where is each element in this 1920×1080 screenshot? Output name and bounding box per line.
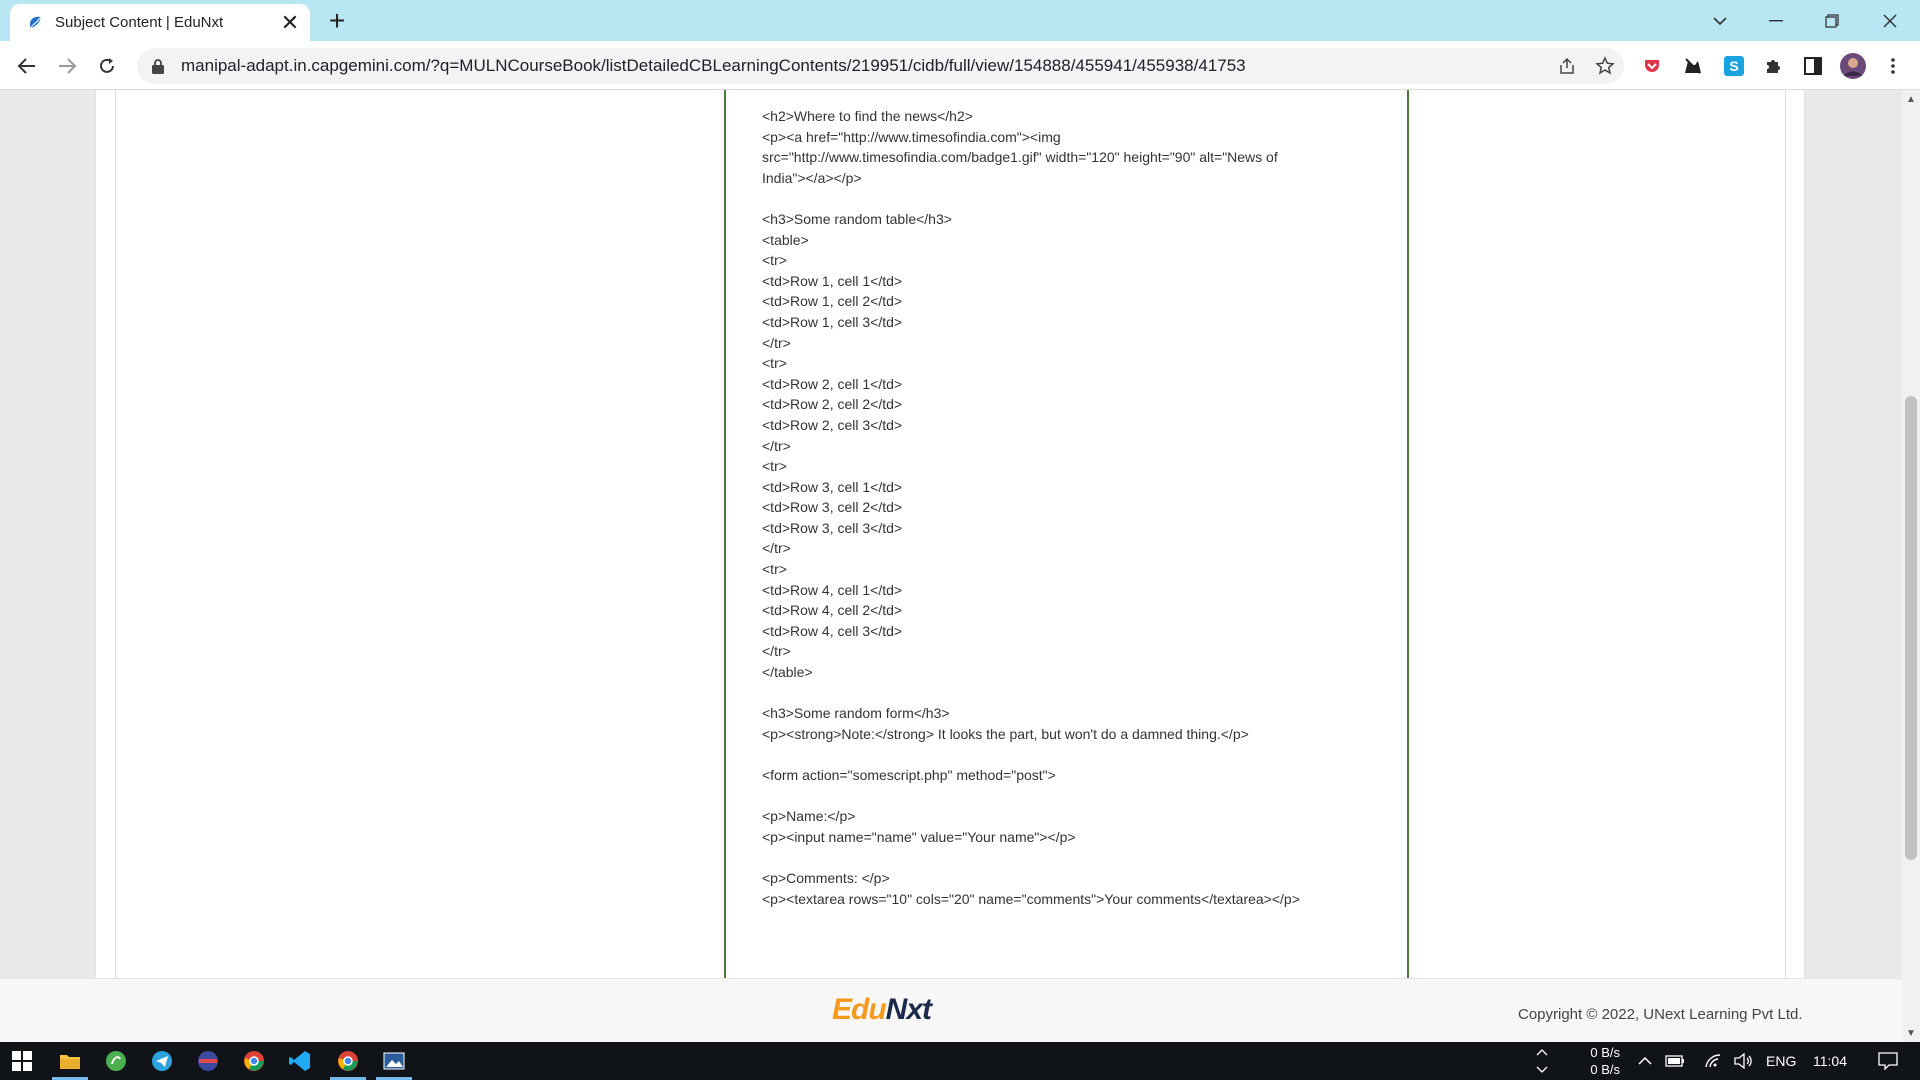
code-example-box: <h2>Where to find the news</h2> <p><a hr…	[724, 90, 1409, 978]
html-code-listing: <h2>Where to find the news</h2> <p><a hr…	[762, 108, 1300, 907]
download-speed: 0 B/s	[1590, 1062, 1620, 1077]
edunxt-favicon-icon	[29, 16, 42, 28]
telegram-icon[interactable]	[140, 1042, 184, 1080]
url-text[interactable]: manipal-adapt.in.capgemini.com/?q=MULNCo…	[181, 56, 1548, 76]
extension-s-icon[interactable]: S	[1721, 53, 1747, 79]
extension-cat-icon[interactable]	[1680, 53, 1706, 79]
scrollbar-thumb[interactable]	[1905, 396, 1917, 860]
file-explorer-icon[interactable]	[48, 1042, 92, 1080]
chrome-active-icon[interactable]	[326, 1042, 370, 1080]
app-globe-icon[interactable]	[186, 1042, 230, 1080]
network-speed-readout: 0 B/s 0 B/s	[1576, 1044, 1620, 1078]
upload-speed: 0 B/s	[1590, 1045, 1620, 1060]
scroll-down-arrow-icon[interactable]: ▼	[1902, 1024, 1920, 1042]
vscode-icon[interactable]	[278, 1042, 322, 1080]
new-tab-button[interactable]: +	[322, 5, 352, 36]
wifi-icon[interactable]	[1698, 1042, 1728, 1080]
copyright-text: Copyright © 2022, UNext Learning Pvt Ltd…	[1518, 1006, 1803, 1023]
clock-time[interactable]: 11:04	[1813, 1053, 1847, 1069]
windows-taskbar: 0 B/s 0 B/s ENG 11:04	[0, 1042, 1920, 1080]
extensions-puzzle-icon[interactable]	[1760, 53, 1786, 79]
volume-icon[interactable]	[1728, 1042, 1758, 1080]
address-bar[interactable]: manipal-adapt.in.capgemini.com/?q=MULNCo…	[137, 48, 1624, 84]
site-footer: EduNxt Copyright © 2022, UNext Learning …	[0, 978, 1902, 1042]
restore-button[interactable]	[1804, 0, 1860, 41]
browser-toolbar: manipal-adapt.in.capgemini.com/?q=MULNCo…	[0, 41, 1920, 90]
battery-icon[interactable]	[1660, 1042, 1690, 1080]
page-scrollbar[interactable]: ▲ ▼	[1902, 90, 1920, 1042]
tab-search-icon[interactable]	[1692, 0, 1748, 41]
network-activity-arrows-icon	[1522, 1042, 1562, 1080]
svg-text:S: S	[1729, 58, 1738, 74]
notifications-icon[interactable]	[1866, 1042, 1910, 1080]
photos-app-icon[interactable]	[372, 1042, 416, 1080]
forward-button[interactable]	[50, 49, 84, 83]
share-icon[interactable]	[1548, 48, 1586, 84]
pocket-extension-icon[interactable]	[1639, 53, 1665, 79]
show-hidden-icons-icon[interactable]	[1630, 1042, 1660, 1080]
tab-close-icon[interactable]: ✕	[276, 9, 304, 37]
chrome-menu-icon[interactable]	[1880, 53, 1906, 79]
reload-button[interactable]	[90, 49, 124, 83]
edunxt-logo[interactable]: EduNxt	[832, 993, 932, 1027]
scroll-up-arrow-icon[interactable]: ▲	[1902, 90, 1920, 108]
back-button[interactable]	[10, 49, 44, 83]
content-card: <h2>Where to find the news</h2> <p><a hr…	[95, 90, 1805, 978]
language-indicator[interactable]: ENG	[1766, 1053, 1796, 1069]
tab-title: Subject Content | EduNxt	[55, 14, 224, 31]
profile-avatar[interactable]	[1840, 53, 1866, 79]
chrome-icon[interactable]	[232, 1042, 276, 1080]
tab-strip: Subject Content | EduNxt ✕ +	[0, 0, 1920, 41]
content-inner-panel: <h2>Where to find the news</h2> <p><a hr…	[115, 90, 1786, 978]
green-app-icon[interactable]	[94, 1042, 138, 1080]
lock-icon	[152, 59, 164, 74]
page-viewport: <h2>Where to find the news</h2> <p><a hr…	[0, 90, 1902, 978]
browser-tab[interactable]: Subject Content | EduNxt ✕	[10, 4, 310, 41]
minimize-button[interactable]	[1748, 0, 1804, 41]
windows-start-icon[interactable]	[0, 1042, 44, 1080]
bookmark-star-icon[interactable]	[1586, 48, 1624, 84]
side-panel-icon[interactable]	[1800, 53, 1826, 79]
close-window-button[interactable]	[1862, 0, 1918, 41]
